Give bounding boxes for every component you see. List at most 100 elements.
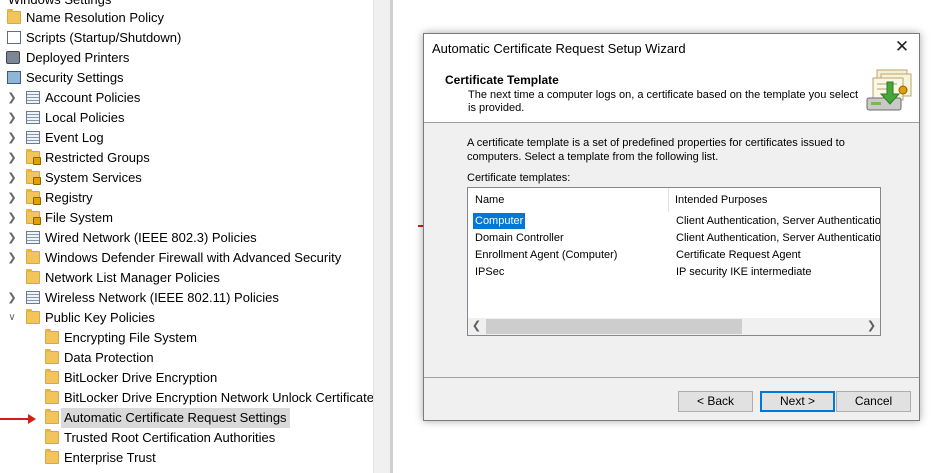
tree-vertical-scrollbar[interactable] <box>373 0 390 473</box>
tree-item-label: Automatic Certificate Request Settings <box>61 408 290 428</box>
certificate-request-wizard-dialog: Automatic Certificate Request Setup Wiza… <box>423 33 920 421</box>
tree-item-label: Name Resolution Policy <box>26 10 165 25</box>
tree-item-label: Public Key Policies <box>45 310 155 325</box>
tree-item-label: Trusted Root Certification Authorities <box>64 430 276 445</box>
template-row-ipsec[interactable]: IPSec IP security IKE intermediate <box>468 264 880 280</box>
tree-item-file-system[interactable]: ❯ File System <box>0 208 373 228</box>
dialog-title: Automatic Certificate Request Setup Wiza… <box>432 41 686 56</box>
template-purposes: Certificate Request Agent <box>676 249 801 261</box>
policy-doc-icon <box>26 131 40 144</box>
column-header-name[interactable]: Name <box>475 188 504 212</box>
chevron-down-icon[interactable]: ∨ <box>6 308 18 328</box>
tree-item-wireless-network[interactable]: ❯ Wireless Network (IEEE 802.11) Policie… <box>0 288 373 308</box>
chevron-right-icon[interactable]: ❯ <box>6 168 18 188</box>
annotation-arrow-icon <box>0 414 36 424</box>
tree-item-local-policies[interactable]: ❯ Local Policies <box>0 108 373 128</box>
tree-item-public-key-policies[interactable]: ∨ Public Key Policies <box>0 308 373 328</box>
tree-item-deployed-printers[interactable]: Deployed Printers <box>0 48 373 68</box>
tree-item-label: Restricted Groups <box>45 150 150 165</box>
chevron-right-icon[interactable]: ❯ <box>6 228 18 248</box>
chevron-right-icon[interactable]: ❯ <box>6 208 18 228</box>
tree-item-data-protection[interactable]: Data Protection <box>0 348 373 368</box>
tree-item-label: Wired Network (IEEE 802.3) Policies <box>45 230 257 245</box>
column-divider[interactable] <box>668 188 669 212</box>
template-row-computer[interactable]: Computer Client Authentication, Server A… <box>468 213 880 229</box>
tree-item-enterprise-trust[interactable]: Enterprise Trust <box>0 448 373 468</box>
tree-item-label: Account Policies <box>45 90 141 105</box>
templates-list-label: Certificate templates: <box>467 172 571 184</box>
tree-item-label: Enterprise Trust <box>64 450 156 465</box>
template-name: IPSec <box>475 266 505 278</box>
chevron-right-icon[interactable]: ❯ <box>6 148 18 168</box>
certificate-templates-list[interactable]: Name Intended Purposes Computer Client A… <box>467 187 881 336</box>
tree-item-event-log[interactable]: ❯ Event Log <box>0 128 373 148</box>
tree-item-label: BitLocker Drive Encryption <box>64 370 218 385</box>
tree-item-label: Scripts (Startup/Shutdown) <box>26 30 182 45</box>
tree-item-automatic-certificate-request-settings[interactable]: Automatic Certificate Request Settings <box>0 408 373 428</box>
folder-icon <box>45 409 59 424</box>
folder-icon <box>45 349 59 364</box>
tree-item-scripts[interactable]: Scripts (Startup/Shutdown) <box>0 28 373 48</box>
tree-item-network-list-manager[interactable]: Network List Manager Policies <box>0 268 373 288</box>
tree-item-system-services[interactable]: ❯ System Services <box>0 168 373 188</box>
scroll-right-icon[interactable]: ❯ <box>863 318 880 335</box>
tree-item-label: Encrypting File System <box>64 330 197 345</box>
pane-splitter[interactable] <box>390 0 393 473</box>
next-button[interactable]: Next > <box>760 391 835 412</box>
tree-item-wired-network[interactable]: ❯ Wired Network (IEEE 802.3) Policies <box>0 228 373 248</box>
template-purposes: Client Authentication, Server Authentica… <box>676 232 881 244</box>
tree-item-trusted-root-ca[interactable]: Trusted Root Certification Authorities <box>0 428 373 448</box>
back-button[interactable]: < Back <box>678 391 753 412</box>
folder-icon <box>26 309 40 324</box>
tree-item-account-policies[interactable]: ❯ Account Policies <box>0 88 373 108</box>
scroll-left-icon[interactable]: ❮ <box>468 318 485 335</box>
tree-item-restricted-groups[interactable]: ❯ Restricted Groups <box>0 148 373 168</box>
folder-icon <box>45 429 59 444</box>
tree-item-registry[interactable]: ❯ Registry <box>0 188 373 208</box>
folder-icon <box>45 369 59 384</box>
column-header-intended-purposes[interactable]: Intended Purposes <box>675 188 767 212</box>
tree-item-encrypting-file-system[interactable]: Encrypting File System <box>0 328 373 348</box>
console-tree: Windows Settings Name Resolution Policy … <box>0 0 373 473</box>
network-policy-icon <box>26 231 40 244</box>
template-name: Enrollment Agent (Computer) <box>475 249 618 261</box>
chevron-right-icon[interactable]: ❯ <box>6 128 18 148</box>
template-row-enrollment-agent[interactable]: Enrollment Agent (Computer) Certificate … <box>468 247 880 263</box>
tree-item-bitlocker[interactable]: BitLocker Drive Encryption <box>0 368 373 388</box>
tree-item-label: Network List Manager Policies <box>45 270 220 285</box>
template-name: Domain Controller <box>475 232 564 244</box>
template-purposes: Client Authentication, Server Authentica… <box>676 215 881 227</box>
chevron-right-icon[interactable]: ❯ <box>6 88 18 108</box>
dialog-titlebar[interactable]: Automatic Certificate Request Setup Wiza… <box>424 34 919 62</box>
wizard-page-subtitle: The next time a computer logs on, a cert… <box>468 89 859 114</box>
wizard-page-title: Certificate Template <box>445 73 559 87</box>
wizard-header: Certificate Template The next time a com… <box>424 62 919 123</box>
chevron-right-icon[interactable]: ❯ <box>6 288 18 308</box>
cancel-button[interactable]: Cancel <box>836 391 911 412</box>
chevron-right-icon[interactable]: ❯ <box>6 248 18 268</box>
tree-item-label: BitLocker Drive Encryption Network Unloc… <box>64 390 373 405</box>
tree-item-windows-defender-firewall[interactable]: ❯ Windows Defender Firewall with Advance… <box>0 248 373 268</box>
tree-item-label: Windows Defender Firewall with Advanced … <box>45 250 342 265</box>
policy-doc-icon <box>26 91 40 104</box>
tree-item-label: Data Protection <box>64 350 154 365</box>
chevron-right-icon[interactable]: ❯ <box>6 188 18 208</box>
template-purposes: IP security IKE intermediate <box>676 266 812 278</box>
printer-icon <box>6 51 20 64</box>
tree-item-bitlocker-network-unlock[interactable]: BitLocker Drive Encryption Network Unloc… <box>0 388 373 408</box>
folder-icon <box>45 389 59 404</box>
chevron-right-icon[interactable]: ❯ <box>6 108 18 128</box>
list-horizontal-scrollbar[interactable]: ❮ ❯ <box>468 318 880 335</box>
security-settings-icon <box>7 71 21 84</box>
tree-item-label: Wireless Network (IEEE 802.11) Policies <box>45 290 279 305</box>
tree-item-name-resolution-policy[interactable]: Name Resolution Policy <box>0 8 373 28</box>
close-icon[interactable]: ✕ <box>893 38 911 56</box>
secure-folder-icon <box>26 189 41 205</box>
scroll-thumb[interactable] <box>486 319 742 334</box>
certificate-wizard-icon <box>866 69 912 111</box>
folder-icon <box>45 329 59 344</box>
tree-item-label: Registry <box>45 190 93 205</box>
tree-item-security-settings[interactable]: Security Settings <box>0 68 373 88</box>
template-row-domain-controller[interactable]: Domain Controller Client Authentication,… <box>468 230 880 246</box>
tree-item-label: Deployed Printers <box>26 50 130 65</box>
